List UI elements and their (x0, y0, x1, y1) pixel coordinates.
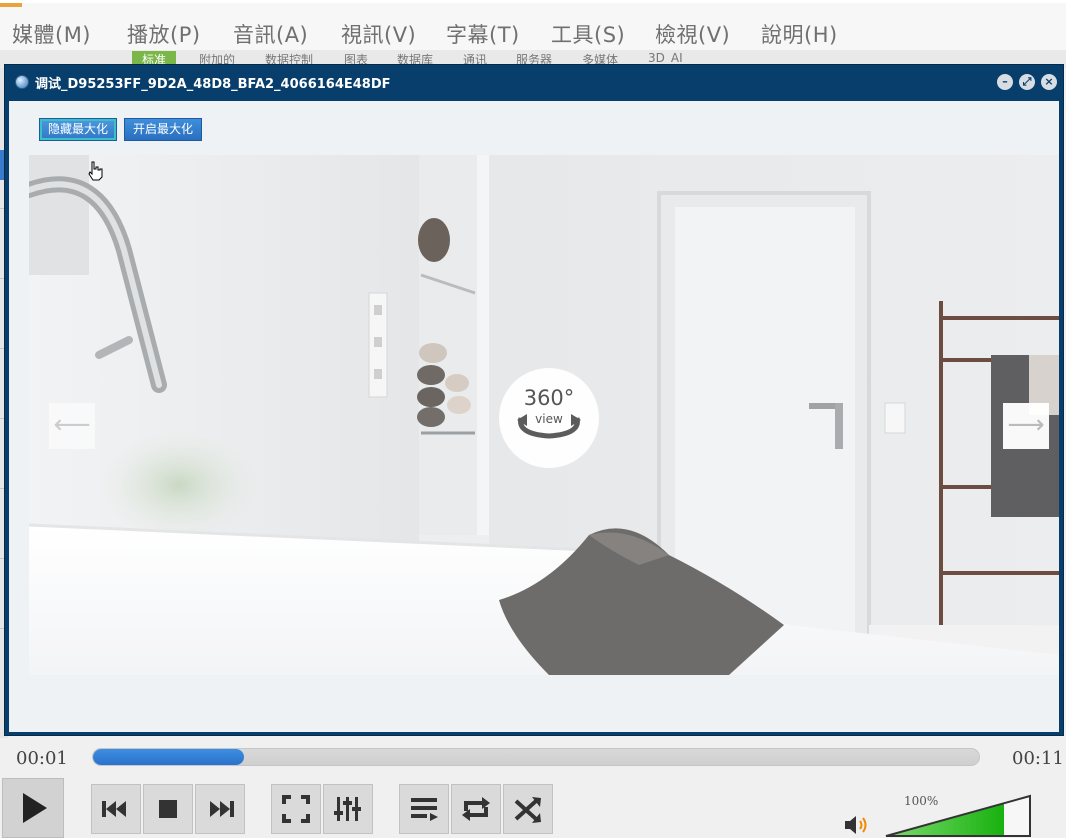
playlist-button[interactable] (399, 784, 449, 834)
window-title: 调试_D95253FF_9D2A_48D8_BFA2_4066164E48DF (35, 77, 391, 92)
fullscreen-icon (282, 795, 310, 823)
extended-settings-icon (334, 797, 361, 821)
progress-row: 00:01 00:11 (0, 738, 1066, 778)
extended-settings-button[interactable] (323, 784, 373, 834)
bg-tab-3d-ai[interactable]: 3D_AI (648, 51, 683, 65)
window-titlebar[interactable]: 调试_D95253FF_9D2A_48D8_BFA2_4066164E48DF … (5, 65, 1063, 99)
elapsed-time: 00:01 (16, 748, 68, 769)
shuffle-icon (514, 797, 541, 823)
debug-window: 调试_D95253FF_9D2A_48D8_BFA2_4066164E48DF … (4, 64, 1064, 736)
seek-bar[interactable] (92, 748, 980, 766)
hand-cursor-icon (88, 161, 103, 181)
playlist-icon (411, 798, 438, 821)
volume-slider[interactable] (884, 792, 1034, 838)
next-icon (210, 801, 234, 817)
menu-view[interactable]: 檢視(V) (655, 19, 730, 49)
seek-bar-fill (93, 749, 244, 765)
close-icon[interactable]: × (1041, 74, 1057, 90)
stop-button[interactable] (143, 784, 193, 834)
play-icon (23, 793, 47, 823)
globe-icon (15, 75, 29, 89)
window-accent (0, 3, 22, 7)
previous-view-arrow-icon[interactable]: ⟵ (49, 403, 95, 449)
panorama-viewer[interactable]: ⟵ ⟶ 360° view (29, 155, 1059, 675)
maximize-icon[interactable]: ⤢ (1019, 74, 1035, 90)
shuffle-button[interactable] (503, 784, 553, 834)
menu-audio[interactable]: 音訊(A) (233, 19, 308, 49)
view-360-badge[interactable]: 360° view (499, 368, 599, 468)
total-time: 00:11 (1012, 748, 1064, 769)
rotate-arrows-icon (517, 414, 581, 439)
menu-video[interactable]: 視訊(V) (341, 19, 416, 49)
menu-help[interactable]: 說明(H) (761, 19, 838, 49)
hide-maximize-button[interactable]: 隐藏最大化 (39, 118, 118, 141)
previous-button[interactable] (91, 784, 141, 834)
menu-tools[interactable]: 工具(S) (551, 19, 625, 49)
menu-playback[interactable]: 播放(P) (127, 19, 201, 49)
minimize-icon[interactable]: – (997, 74, 1013, 90)
show-maximize-button[interactable]: 开启最大化 (124, 118, 203, 141)
next-button[interactable] (195, 784, 245, 834)
play-button[interactable] (2, 778, 64, 838)
window-body: 隐藏最大化 开启最大化 ⟵ ⟶ 360° view (9, 101, 1059, 732)
menu-bar: 媒體(M) 播放(P) 音訊(A) 視訊(V) 字幕(T) 工具(S) 檢視(V… (0, 0, 1066, 56)
previous-icon (102, 801, 126, 817)
speaker-icon[interactable] (843, 812, 873, 838)
menu-subtitle[interactable]: 字幕(T) (446, 19, 520, 49)
loop-button[interactable] (451, 784, 501, 834)
menu-media[interactable]: 媒體(M) (12, 19, 91, 49)
fullscreen-button[interactable] (271, 784, 321, 834)
loop-icon (462, 797, 490, 821)
stop-icon (159, 800, 177, 818)
next-view-arrow-icon[interactable]: ⟶ (1003, 403, 1049, 449)
